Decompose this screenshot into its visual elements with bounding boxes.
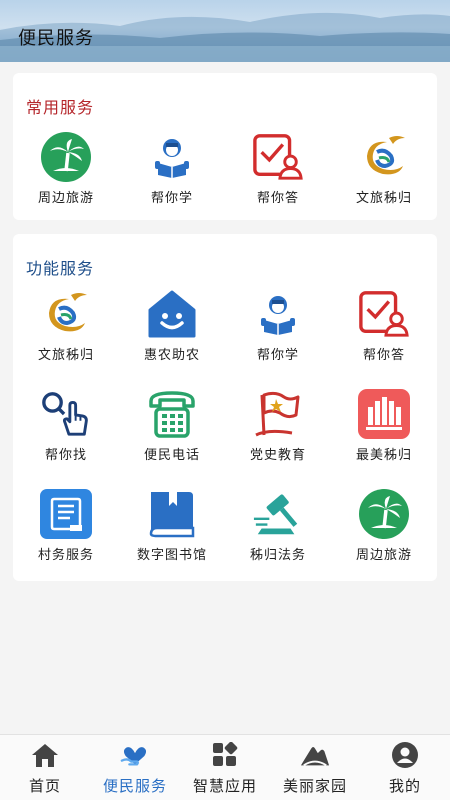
service-item-help-answer[interactable]: 帮你答 (225, 131, 331, 219)
apps-grid-icon (210, 741, 240, 769)
city-buildings-icon (358, 388, 410, 440)
function-services-grid: 文旅秭归 惠农助农 帮你学 帮你答 帮你找 便民电话 党史教育 最美秭归 村务服… (13, 288, 437, 576)
common-services-grid: 周边旅游 帮你学 帮你答 文旅秭归 (13, 131, 437, 219)
home-icon (30, 741, 60, 769)
header-banner: 便民服务 (0, 0, 450, 62)
culture-tourism-logo-icon (40, 288, 92, 340)
document-scroll-icon (40, 488, 92, 540)
tab-mine[interactable]: 我的 (360, 735, 450, 800)
heart-hands-icon (120, 741, 150, 769)
function-services-card: 功能服务 文旅秭归 惠农助农 帮你学 帮你答 帮你找 便民电话 党史教育 最美秭… (13, 234, 437, 581)
tab-label: 首页 (28, 777, 61, 795)
service-label: 便民电话 (143, 448, 200, 463)
service-item-convenience-phone[interactable]: 便民电话 (119, 388, 225, 476)
checklist-user-icon (252, 131, 304, 183)
tab-label: 便民服务 (102, 777, 167, 795)
mountain-icon (300, 741, 330, 769)
service-label: 最美秭归 (355, 448, 412, 463)
bottom-tab-bar: 首页 便民服务 智慧应用 美丽家园 我的 (0, 734, 450, 800)
checklist-user-icon (358, 288, 410, 340)
tab-label: 我的 (388, 777, 421, 795)
service-label: 数字图书馆 (136, 548, 207, 563)
palm-tree-icon (40, 131, 92, 183)
service-item-nearby-travel[interactable]: 周边旅游 (331, 488, 437, 576)
function-services-title: 功能服务 (26, 259, 95, 278)
smiling-house-icon (146, 288, 198, 340)
service-item-culture-tourism[interactable]: 文旅秭归 (331, 131, 437, 219)
search-hand-icon (40, 388, 92, 440)
service-item-help-learn[interactable]: 帮你学 (225, 288, 331, 376)
service-item-digital-library[interactable]: 数字图书馆 (119, 488, 225, 576)
service-item-help-answer[interactable]: 帮你答 (331, 288, 437, 376)
service-item-party-history[interactable]: 党史教育 (225, 388, 331, 476)
student-reading-icon (146, 131, 198, 183)
service-label: 惠农助农 (143, 348, 200, 363)
telephone-icon (146, 388, 198, 440)
service-label: 帮你学 (256, 348, 299, 363)
gavel-icon (252, 488, 304, 540)
culture-tourism-logo-icon (358, 131, 410, 183)
tab-home[interactable]: 首页 (0, 735, 90, 800)
palm-tree-icon (358, 488, 410, 540)
tab-convenience-services[interactable]: 便民服务 (90, 735, 180, 800)
service-label: 帮你答 (362, 348, 405, 363)
service-item-culture-tourism[interactable]: 文旅秭归 (13, 288, 119, 376)
service-label: 帮你找 (44, 448, 87, 463)
service-label: 周边旅游 (37, 191, 94, 206)
common-services-card: 常用服务 周边旅游 帮你学 帮你答 文旅秭归 (13, 73, 437, 220)
service-item-help-find[interactable]: 帮你找 (13, 388, 119, 476)
service-label: 周边旅游 (355, 548, 412, 563)
service-item-help-learn[interactable]: 帮你学 (119, 131, 225, 219)
tab-beautiful-home[interactable]: 美丽家园 (270, 735, 360, 800)
service-item-agriculture-aid[interactable]: 惠农助农 (119, 288, 225, 376)
service-label: 帮你答 (256, 191, 299, 206)
student-reading-icon (252, 288, 304, 340)
common-services-title: 常用服务 (26, 98, 95, 117)
service-label: 秭归法务 (249, 548, 306, 563)
service-item-beautiful-zigui[interactable]: 最美秭归 (331, 388, 437, 476)
service-item-village-affairs[interactable]: 村务服务 (13, 488, 119, 576)
service-item-nearby-travel[interactable]: 周边旅游 (13, 131, 119, 219)
tab-label: 智慧应用 (192, 777, 257, 795)
service-label: 党史教育 (249, 448, 306, 463)
service-label: 村务服务 (37, 548, 94, 563)
service-label: 文旅秭归 (355, 191, 412, 206)
party-flag-icon (252, 388, 304, 440)
service-label: 帮你学 (150, 191, 193, 206)
user-avatar-icon (390, 741, 420, 769)
tab-label: 美丽家园 (282, 777, 347, 795)
service-label: 文旅秭归 (37, 348, 94, 363)
book-icon (146, 488, 198, 540)
tab-smart-apps[interactable]: 智慧应用 (180, 735, 270, 800)
service-item-legal-affairs[interactable]: 秭归法务 (225, 488, 331, 576)
page-title: 便民服务 (18, 28, 94, 49)
